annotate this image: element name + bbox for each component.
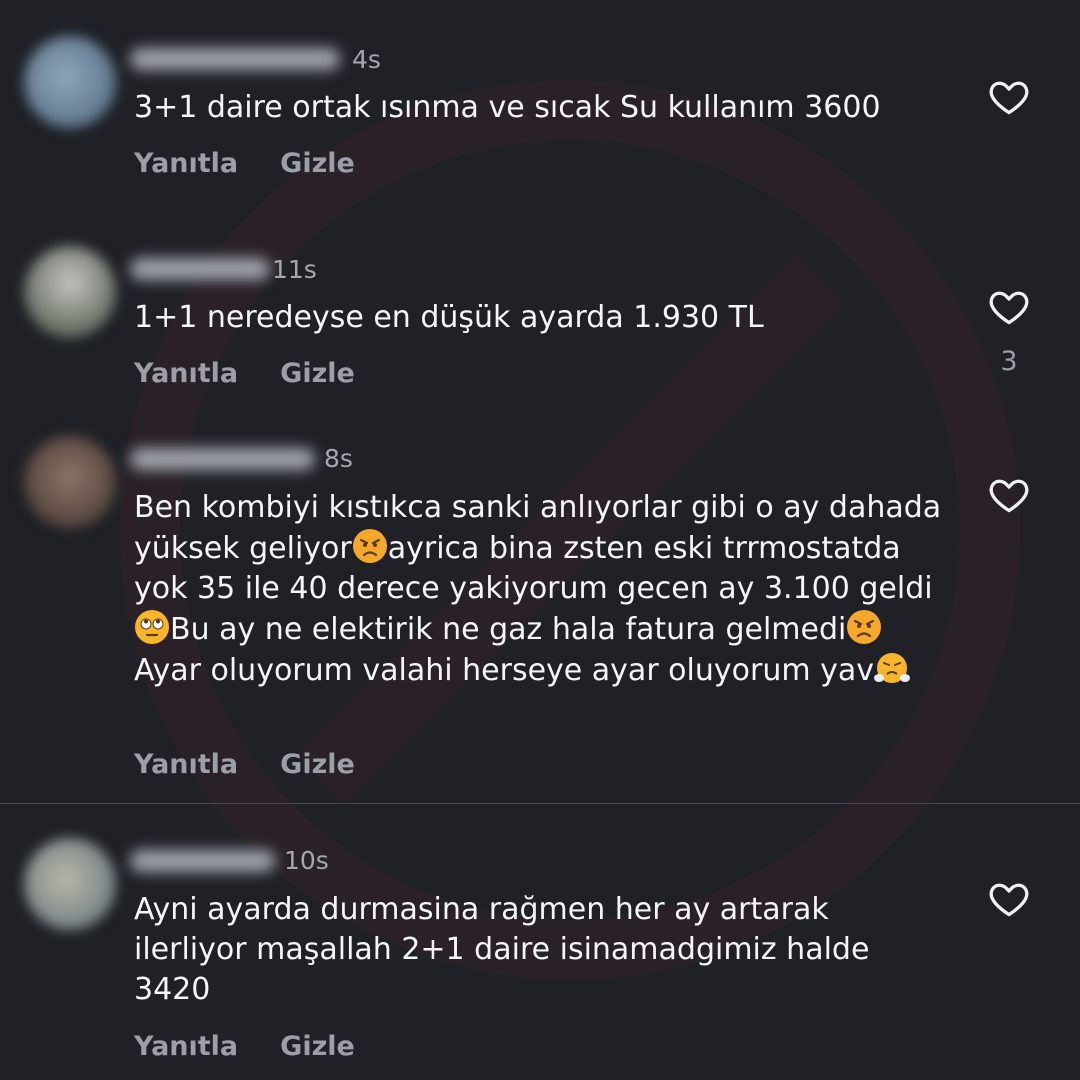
comment-text-part: Ayar oluyorum valahi herseye ayar oluyor… <box>134 653 874 688</box>
hide-button[interactable]: Gizle <box>280 358 355 390</box>
hide-button[interactable]: Gizle <box>280 148 355 180</box>
reply-button[interactable]: Yanıtla <box>134 148 238 180</box>
username-blurred[interactable] <box>130 448 315 470</box>
hide-button[interactable]: Gizle <box>280 1031 355 1063</box>
avatar[interactable] <box>24 838 116 930</box>
comment-actions: Yanıtla Gizle <box>134 358 355 390</box>
comment-time: 10s <box>284 846 329 875</box>
reply-button[interactable]: Yanıtla <box>134 1031 238 1063</box>
comment-text: 3+1 daire ortak ısınma ve sıcak Su kulla… <box>134 90 881 125</box>
avatar[interactable] <box>24 246 116 338</box>
steam-face-emoji <box>874 653 910 683</box>
section-divider <box>0 803 1080 804</box>
comment-time: 11s <box>272 255 317 284</box>
heart-icon[interactable] <box>987 75 1031 119</box>
comment-text: 1+1 neredeyse en düşük ayarda 1.930 TL <box>134 300 764 335</box>
reply-button[interactable]: Yanıtla <box>134 358 238 390</box>
username-blurred[interactable] <box>130 258 270 280</box>
username-blurred[interactable] <box>130 48 340 70</box>
heart-icon[interactable] <box>987 877 1031 921</box>
comment-actions: Yanıtla Gizle <box>134 749 355 781</box>
like-count: 3 <box>1000 346 1018 377</box>
comment-text-part: Bu ay ne elektirik ne gaz hala fatura ge… <box>170 612 847 647</box>
comment-time: 4s <box>352 45 381 74</box>
heart-icon[interactable] <box>987 285 1031 329</box>
username-blurred[interactable] <box>130 850 275 872</box>
comment-time: 8s <box>324 444 353 473</box>
comment-text: Ayni ayarda durmasina rağmen her ay arta… <box>134 892 870 1007</box>
heart-icon[interactable] <box>987 473 1031 517</box>
comment-actions: Yanıtla Gizle <box>134 1031 355 1063</box>
avatar[interactable] <box>24 36 116 128</box>
comment-actions: Yanıtla Gizle <box>134 148 355 180</box>
comment-text: Ben kombiyi kıstıkca sanki anlıyorlar gi… <box>134 488 944 691</box>
reply-button[interactable]: Yanıtla <box>134 749 238 781</box>
angry-face-emoji <box>352 529 387 563</box>
angry-face-emoji <box>847 610 882 644</box>
hide-button[interactable]: Gizle <box>280 749 355 781</box>
avatar[interactable] <box>24 436 116 528</box>
eye-roll-emoji <box>135 610 169 644</box>
